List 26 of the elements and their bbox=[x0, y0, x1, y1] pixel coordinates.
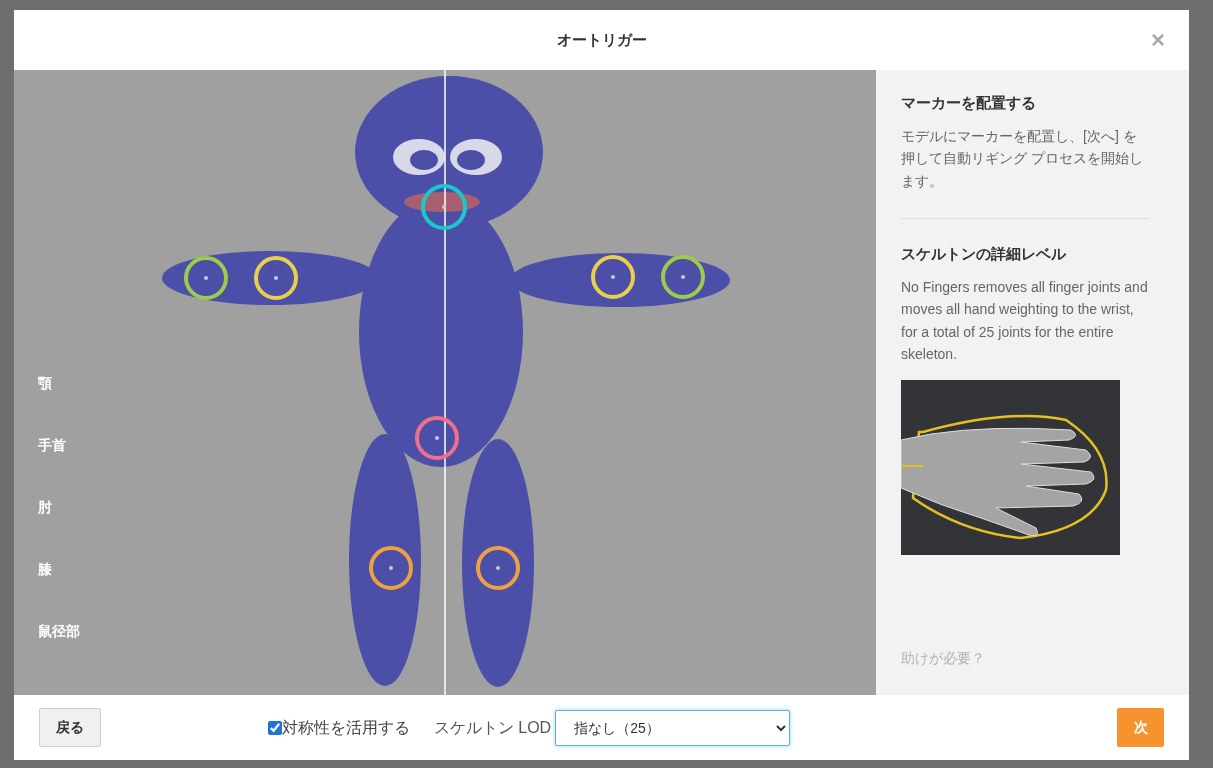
lod-label: スケルトン LOD bbox=[433, 717, 552, 738]
joint-label: 肘 bbox=[38, 498, 53, 517]
symmetry-label: 対称性を活用する bbox=[281, 717, 410, 738]
marker-ring[interactable] bbox=[415, 416, 459, 460]
lod-select[interactable]: 指なし（25） bbox=[555, 709, 791, 746]
back-button[interactable]: 戻る bbox=[39, 708, 101, 747]
symmetry-checkbox[interactable] bbox=[267, 720, 282, 735]
close-button[interactable]: × bbox=[1151, 28, 1165, 52]
next-button[interactable]: 次 bbox=[1117, 708, 1164, 747]
section-text: モデルにマーカーを配置し、[次へ] を押して自動リギング プロセスを開始します。 bbox=[901, 126, 1144, 191]
marker-ring[interactable] bbox=[184, 256, 228, 300]
marker-ring[interactable] bbox=[476, 546, 520, 590]
marker-ring[interactable] bbox=[254, 256, 298, 300]
joint-label: 顎 bbox=[38, 374, 53, 393]
marker-ring[interactable] bbox=[661, 255, 705, 299]
section-text: No Fingers removes all finger joints and moves all hand weighting to the wrist, for a total of 25 joints for the entire skeleton. bbox=[901, 277, 1149, 364]
joint-label: 手首 bbox=[38, 436, 67, 455]
marker-ring[interactable] bbox=[369, 546, 413, 590]
marker-ring[interactable] bbox=[421, 184, 467, 230]
joint-label: 鼠径部 bbox=[38, 622, 80, 641]
help-link[interactable]: 助けが必要？ bbox=[901, 648, 1149, 669]
marker-ring[interactable] bbox=[591, 255, 635, 299]
section-heading: スケルトンの詳細レベル bbox=[901, 244, 1067, 264]
section-heading: マーカーを配置する bbox=[901, 93, 1037, 113]
joint-label: 膝 bbox=[38, 560, 53, 579]
dialog-title: オートリガー bbox=[556, 29, 647, 50]
